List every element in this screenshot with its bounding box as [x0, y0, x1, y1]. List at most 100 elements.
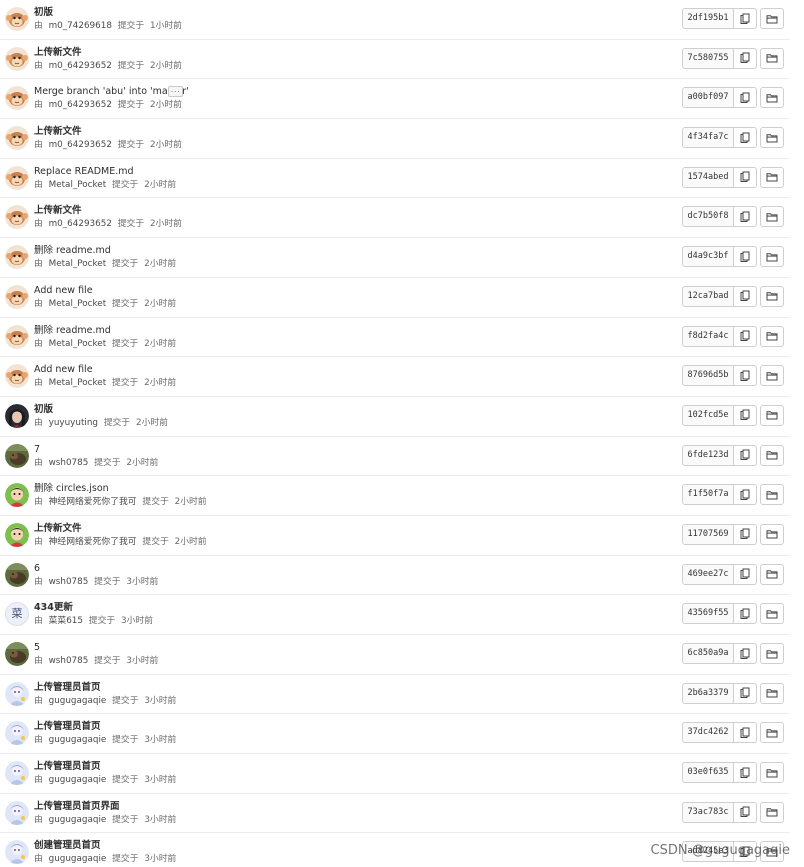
commit-title[interactable]: 删除 circles.json — [34, 483, 109, 495]
browse-files-button[interactable] — [760, 87, 784, 109]
browse-files-button[interactable] — [760, 206, 784, 228]
author-link[interactable]: Metal_Pocket — [49, 180, 107, 190]
browse-files-button[interactable] — [760, 285, 784, 307]
author-link[interactable]: 菜菜615 — [49, 616, 83, 626]
dog-avatar[interactable] — [5, 642, 29, 666]
commit-title[interactable]: 7 — [34, 444, 40, 456]
browse-files-button[interactable] — [760, 682, 784, 704]
browse-files-button[interactable] — [760, 762, 784, 784]
monkey-avatar[interactable] — [5, 165, 29, 190]
commit-title[interactable]: 上传管理员首页 — [34, 682, 101, 694]
author-link[interactable]: Metal_Pocket — [49, 259, 107, 269]
copy-sha-button[interactable] — [734, 603, 757, 625]
commit-sha-button[interactable]: 73ac783c — [682, 801, 734, 823]
browse-files-button[interactable] — [760, 444, 784, 466]
browse-files-button[interactable] — [760, 603, 784, 625]
copy-sha-button[interactable] — [734, 563, 757, 585]
commit-sha-button[interactable]: 7c580755 — [682, 47, 734, 69]
pastel-avatar[interactable] — [5, 721, 29, 746]
monkey-avatar[interactable] — [5, 126, 29, 151]
copy-sha-button[interactable] — [734, 47, 757, 69]
browse-files-button[interactable] — [760, 841, 784, 863]
copy-sha-button[interactable] — [734, 801, 757, 823]
commit-title[interactable]: Add new file — [34, 285, 93, 297]
copy-sha-button[interactable] — [734, 87, 757, 109]
browse-files-button[interactable] — [760, 127, 784, 149]
commit-title[interactable]: 上传新文件 — [34, 205, 82, 217]
expand-message-button[interactable]: ··· — [168, 86, 183, 98]
commit-sha-button[interactable]: ad8245e3 — [682, 841, 734, 863]
author-link[interactable]: Metal_Pocket — [49, 339, 107, 349]
commit-sha-button[interactable]: f8d2fa4c — [682, 325, 734, 347]
commit-sha-button[interactable]: 102fcd5e — [682, 404, 734, 426]
commit-title[interactable]: 上传管理员首页 — [34, 761, 101, 773]
commit-title[interactable]: Add new file — [34, 364, 93, 376]
monkey-avatar[interactable] — [5, 86, 29, 111]
copy-sha-button[interactable] — [734, 246, 757, 268]
commit-sha-button[interactable]: f1f50f7a — [682, 484, 734, 506]
commit-sha-button[interactable]: d4a9c3bf — [682, 246, 734, 268]
cartoon-avatar[interactable] — [5, 522, 29, 547]
author-link[interactable]: wsh0785 — [49, 656, 89, 666]
author-link[interactable]: gugugagaqie — [49, 815, 107, 825]
commit-sha-button[interactable]: 43569f55 — [682, 603, 734, 625]
browse-files-button[interactable] — [760, 523, 784, 545]
browse-files-button[interactable] — [760, 8, 784, 29]
copy-sha-button[interactable] — [734, 365, 757, 387]
author-link[interactable]: gugugagaqie — [49, 854, 107, 864]
commit-sha-button[interactable]: 6fde123d — [682, 444, 734, 466]
commit-sha-button[interactable]: 4f34fa7c — [682, 127, 734, 149]
browse-files-button[interactable] — [760, 643, 784, 664]
commit-title[interactable]: 创建管理员首页 — [34, 840, 101, 852]
browse-files-button[interactable] — [760, 246, 784, 268]
copy-sha-button[interactable] — [734, 127, 757, 149]
monkey-avatar[interactable] — [5, 364, 29, 389]
copy-sha-button[interactable] — [734, 484, 757, 506]
monkey-avatar[interactable] — [5, 46, 29, 71]
commit-title[interactable]: Replace README.md — [34, 166, 134, 178]
copy-sha-button[interactable] — [734, 206, 757, 228]
commit-title[interactable]: 上传管理员首页界面 — [34, 801, 120, 813]
commit-sha-button[interactable]: 6c850a9a — [682, 643, 734, 664]
copy-sha-button[interactable] — [734, 682, 757, 704]
commit-sha-button[interactable]: 12ca7bad — [682, 285, 734, 307]
commit-sha-button[interactable]: 37dc4262 — [682, 722, 734, 744]
monkey-avatar[interactable] — [5, 7, 29, 31]
copy-sha-button[interactable] — [734, 523, 757, 545]
browse-files-button[interactable] — [760, 365, 784, 387]
dog-avatar[interactable] — [5, 443, 29, 468]
copy-sha-button[interactable] — [734, 285, 757, 307]
commit-sha-button[interactable]: 87696d5b — [682, 365, 734, 387]
copy-sha-button[interactable] — [734, 762, 757, 784]
commit-sha-button[interactable]: 11707569 — [682, 523, 734, 545]
browse-files-button[interactable] — [760, 166, 784, 188]
copy-sha-button[interactable] — [734, 325, 757, 347]
commit-title[interactable]: 上传新文件 — [34, 126, 82, 138]
browse-files-button[interactable] — [760, 484, 784, 506]
browse-files-button[interactable] — [760, 404, 784, 426]
browse-files-button[interactable] — [760, 563, 784, 585]
copy-sha-button[interactable] — [734, 643, 757, 664]
author-link[interactable]: m0_64293652 — [49, 219, 112, 229]
commit-sha-button[interactable]: 03e0f635 — [682, 762, 734, 784]
letter-avatar[interactable]: 菜 — [5, 602, 29, 627]
monkey-avatar[interactable] — [5, 245, 29, 270]
author-link[interactable]: Metal_Pocket — [49, 378, 107, 388]
author-link[interactable]: wsh0785 — [49, 577, 89, 587]
author-link[interactable]: 神经网络爱死你了我可 — [49, 537, 137, 547]
commit-title[interactable]: 初版 — [34, 7, 53, 19]
commit-title[interactable]: 删除 readme.md — [34, 325, 111, 337]
author-link[interactable]: 神经网络爱死你了我可 — [49, 497, 137, 507]
commit-title[interactable]: 上传管理员首页 — [34, 721, 101, 733]
author-link[interactable]: wsh0785 — [49, 458, 89, 468]
monkey-avatar[interactable] — [5, 324, 29, 349]
commit-sha-button[interactable]: a00bf097 — [682, 87, 734, 109]
copy-sha-button[interactable] — [734, 8, 757, 29]
commit-sha-button[interactable]: 1574abed — [682, 166, 734, 188]
commit-title[interactable]: 删除 readme.md — [34, 245, 111, 257]
commit-sha-button[interactable]: 2b6a3379 — [682, 682, 734, 704]
author-link[interactable]: m0_64293652 — [49, 61, 112, 71]
commit-title[interactable]: 上传新文件 — [34, 47, 82, 59]
commit-sha-button[interactable]: 469ee27c — [682, 563, 734, 585]
author-link[interactable]: gugugagaqie — [49, 696, 107, 706]
